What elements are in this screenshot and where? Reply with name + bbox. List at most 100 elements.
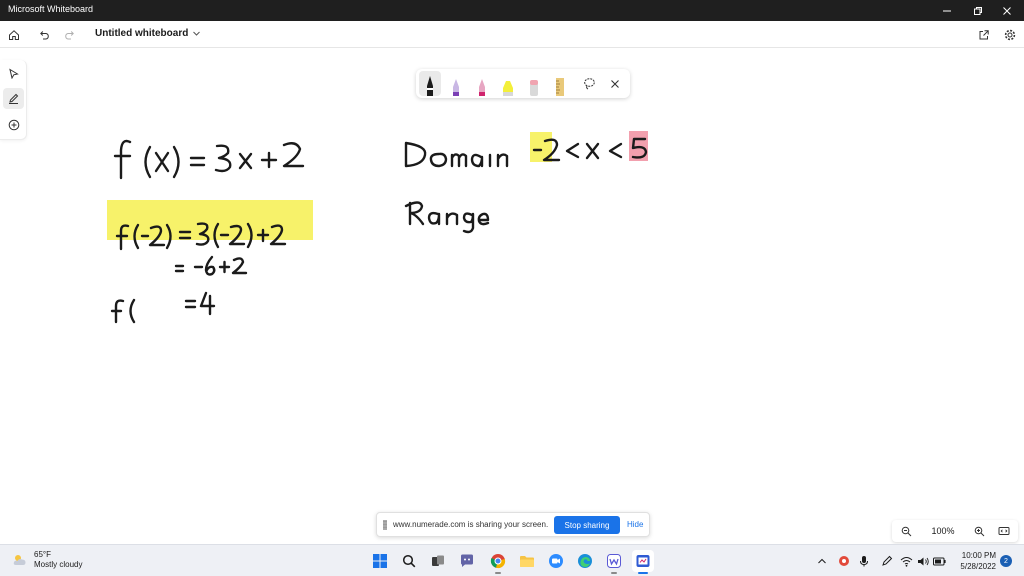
purple-pen-tool[interactable] [445, 71, 467, 96]
speaker-icon [917, 557, 929, 565]
wifi-tray[interactable] [899, 554, 913, 568]
fit-screen-icon [998, 527, 1010, 535]
zoom-in-button[interactable] [971, 523, 987, 539]
file-explorer-app[interactable] [516, 550, 538, 572]
zoom-app[interactable] [545, 550, 567, 572]
pink-pen-icon [479, 79, 485, 96]
microphone-tray[interactable] [857, 554, 871, 568]
cloud-sun-icon [13, 555, 26, 565]
undo-button[interactable] [33, 24, 55, 46]
close-button[interactable] [990, 0, 1024, 21]
redo-button[interactable] [59, 24, 81, 46]
close-palette-button[interactable] [604, 71, 626, 96]
start-button[interactable] [369, 550, 391, 572]
yellow-highlighter-tool[interactable] [497, 71, 519, 96]
black-pen-tool[interactable] [419, 71, 441, 96]
drag-handle[interactable] [383, 520, 387, 530]
gear-icon [1004, 29, 1016, 41]
pink-pen-tool[interactable] [471, 71, 493, 96]
search-button[interactable] [398, 550, 420, 572]
share-button[interactable] [973, 24, 995, 46]
battery-tray[interactable] [932, 554, 946, 568]
restore-icon [974, 6, 982, 15]
ink-domain-line [404, 137, 648, 168]
zoom-out-icon [901, 526, 911, 536]
zoom-level: 100% [931, 526, 955, 536]
home-icon [9, 30, 19, 40]
stop-sharing-button[interactable]: Stop sharing [554, 516, 620, 534]
system-clock[interactable]: 10:00 PM 5/28/2022 [948, 550, 996, 572]
plus-circle-icon [8, 119, 19, 130]
fit-screen-button[interactable] [996, 523, 1012, 539]
hide-link[interactable]: Hide [627, 520, 643, 529]
lasso-icon [583, 78, 595, 90]
chevron-up-icon [818, 558, 826, 564]
share-icon [979, 30, 989, 40]
zoom-out-button[interactable] [898, 523, 914, 539]
settings-button[interactable] [999, 24, 1021, 46]
pen-menu-tray[interactable] [880, 554, 894, 568]
eraser-tool[interactable] [523, 71, 545, 96]
pen-icon [882, 555, 893, 566]
close-icon [611, 79, 619, 88]
meet-now-tray[interactable] [837, 554, 851, 568]
weather-widget[interactable]: 65°F Mostly cloudy [12, 550, 82, 570]
ruler-tool[interactable] [549, 71, 571, 96]
close-icon [1003, 6, 1011, 15]
ruler-icon [556, 78, 564, 96]
clock-date: 5/28/2022 [960, 562, 996, 571]
edge-icon [578, 554, 592, 568]
whiteboard-window-icon [636, 555, 650, 567]
tool-rail [0, 60, 27, 140]
task-view-icon [432, 555, 444, 566]
video-camera-icon [549, 554, 563, 568]
title-bar: Microsoft Whiteboard [0, 0, 1024, 21]
ink-function-definition [113, 139, 305, 180]
show-hidden-icons-button[interactable] [815, 554, 829, 568]
chevron-down-icon [193, 31, 201, 36]
pen-tool-button[interactable] [3, 88, 24, 109]
notification-badge[interactable]: 2 [1000, 555, 1012, 567]
whiteboard-canvas[interactable] [0, 48, 1024, 544]
undo-icon [40, 31, 49, 40]
purple-pen-icon [453, 79, 459, 96]
taskbar: 65°F Mostly cloudy 10:00 PM 5/28/2022 2 [0, 544, 1024, 576]
pen-palette [416, 69, 630, 98]
yellow-highlight-stroke [107, 200, 313, 240]
edge-app[interactable] [574, 550, 596, 572]
weather-description: Mostly cloudy [34, 560, 83, 569]
windows-logo-icon [373, 554, 387, 568]
black-pen-icon [427, 76, 433, 96]
ink-result-line [110, 291, 216, 324]
zoom-in-icon [974, 526, 984, 536]
document-title-label: Untitled whiteboard [95, 28, 189, 39]
zoom-controls: 100% [892, 520, 1018, 542]
app-toolbar: Untitled whiteboard [0, 21, 1024, 48]
chrome-app[interactable] [487, 550, 509, 574]
weather-temperature: 65°F [34, 550, 51, 559]
pointer-icon [9, 68, 19, 79]
redo-icon [65, 31, 74, 40]
chat-icon [461, 554, 473, 567]
lasso-tool[interactable] [578, 71, 600, 96]
whiteboard-app[interactable] [603, 550, 625, 574]
microphone-icon [860, 556, 868, 567]
volume-tray[interactable] [916, 554, 930, 568]
add-tool-button[interactable] [3, 114, 24, 135]
minimize-icon [943, 10, 951, 11]
document-title[interactable]: Untitled whiteboard [95, 28, 201, 39]
highlighter-icon [503, 81, 513, 96]
pen-icon [9, 93, 19, 104]
minimize-button[interactable] [930, 0, 964, 21]
whiteboard-window-app[interactable] [632, 550, 654, 574]
search-icon [402, 554, 416, 568]
select-tool-button[interactable] [3, 63, 24, 84]
clock-time: 10:00 PM [961, 551, 996, 560]
folder-icon [520, 556, 534, 567]
teams-chat-button[interactable] [456, 550, 478, 572]
task-view-button[interactable] [427, 550, 449, 572]
sharing-message: www.numerade.com is sharing your screen. [393, 520, 549, 529]
shield-alert-icon [839, 556, 849, 566]
wifi-icon [900, 556, 912, 567]
home-button[interactable] [3, 24, 25, 46]
